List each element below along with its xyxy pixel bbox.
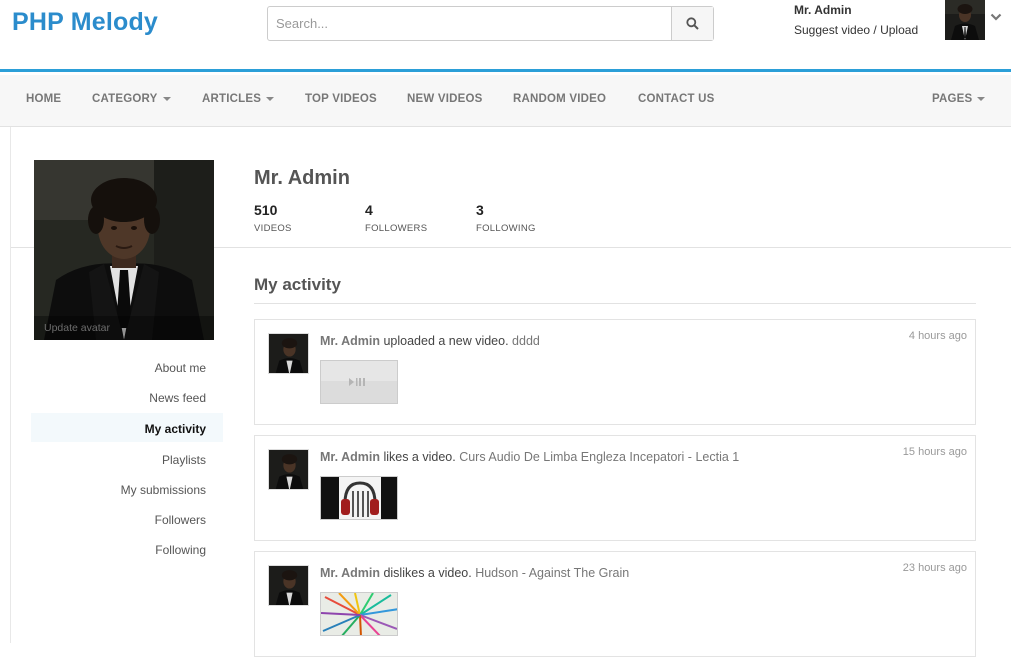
profile-name: Mr. Admin xyxy=(254,167,350,189)
search-button[interactable] xyxy=(671,7,713,40)
header-avatar[interactable] xyxy=(945,0,985,40)
activity-user-avatar[interactable] xyxy=(268,565,309,606)
activity-video-link[interactable]: Hudson - Against The Grain xyxy=(475,566,629,580)
activity-time: 4 hours ago xyxy=(908,330,967,342)
nav-pages-label: PAGES xyxy=(932,93,973,105)
activity-item: Mr. Admin uploaded a new video. dddd 4 h… xyxy=(254,319,976,425)
video-thumbnail[interactable] xyxy=(320,592,398,636)
stat-value: 4 xyxy=(365,202,373,218)
activity-title: My activity xyxy=(254,275,341,294)
header-user-name[interactable]: Mr. Admin xyxy=(794,3,918,17)
caret-down-icon xyxy=(977,96,986,101)
site-header: PHP Melody Mr. Admin Suggest video / Upl… xyxy=(0,0,1011,72)
activity-text: Mr. Admin likes a video. Curs Audio De L… xyxy=(320,450,739,464)
search-bar xyxy=(267,6,714,41)
nav-random-video[interactable]: RANDOM VIDEO xyxy=(513,93,606,105)
video-thumbnail[interactable] xyxy=(320,360,398,404)
activity-item: Mr. Admin likes a video. Curs Audio De L… xyxy=(254,435,976,541)
activity-time: 15 hours ago xyxy=(902,446,967,458)
side-menu-playlists[interactable]: Playlists xyxy=(162,453,206,467)
nav-category[interactable]: CATEGORY xyxy=(92,93,171,105)
nav-new-videos[interactable]: NEW VIDEOS xyxy=(407,93,482,105)
activity-action: dislikes a video. xyxy=(383,566,472,580)
activity-user-link[interactable]: Mr. Admin xyxy=(320,450,380,464)
stat-label: FOLLOWERS xyxy=(365,223,428,234)
site-logo[interactable]: PHP Melody xyxy=(12,8,158,37)
side-menu-my-submissions[interactable]: My submissions xyxy=(121,483,206,497)
activity-text: Mr. Admin uploaded a new video. dddd xyxy=(320,334,540,348)
nav-pages[interactable]: PAGES xyxy=(932,93,986,105)
suggest-video-link[interactable]: Suggest video xyxy=(794,23,870,37)
stat-followers[interactable]: 4 FOLLOWERS xyxy=(365,202,427,234)
activity-video-link[interactable]: dddd xyxy=(512,334,540,348)
stat-following[interactable]: 3 FOLLOWING xyxy=(476,202,536,234)
main-nav: HOME CATEGORY ARTICLES TOP VIDEOS NEW VI… xyxy=(0,75,1011,127)
profile-avatar[interactable]: Update avatar xyxy=(34,160,214,340)
activity-time: 23 hours ago xyxy=(902,562,967,574)
upload-link[interactable]: Upload xyxy=(880,23,918,37)
activity-action: likes a video. xyxy=(383,450,456,464)
activity-text: Mr. Admin dislikes a video. Hudson - Aga… xyxy=(320,566,629,580)
chevron-down-icon[interactable] xyxy=(990,12,1002,22)
nav-top-videos[interactable]: TOP VIDEOS xyxy=(305,93,377,105)
nav-contact-us[interactable]: CONTACT US xyxy=(638,93,715,105)
activity-user-link[interactable]: Mr. Admin xyxy=(320,566,380,580)
activity-action: uploaded a new video. xyxy=(383,334,509,348)
search-icon xyxy=(686,17,699,30)
nav-articles[interactable]: ARTICLES xyxy=(202,93,275,105)
stat-value: 510 xyxy=(254,202,278,218)
side-menu-news-feed[interactable]: News feed xyxy=(149,391,206,405)
stat-label: FOLLOWING xyxy=(476,223,536,234)
user-links: Suggest video / Upload xyxy=(794,23,918,37)
nav-articles-label: ARTICLES xyxy=(202,93,262,105)
nav-category-label: CATEGORY xyxy=(92,93,158,105)
side-menu-following[interactable]: Following xyxy=(155,543,206,557)
side-menu-followers[interactable]: Followers xyxy=(155,513,206,527)
update-avatar-label: Update avatar xyxy=(44,322,110,334)
update-avatar-overlay[interactable]: Update avatar xyxy=(34,316,214,340)
activity-user-link[interactable]: Mr. Admin xyxy=(320,334,380,348)
activity-user-avatar[interactable] xyxy=(268,333,309,374)
search-input[interactable] xyxy=(268,7,671,40)
activity-user-avatar[interactable] xyxy=(268,449,309,490)
nav-home[interactable]: HOME xyxy=(26,93,61,105)
caret-down-icon xyxy=(162,96,171,101)
stat-value: 3 xyxy=(476,202,484,218)
link-separator: / xyxy=(873,23,877,37)
video-thumbnail[interactable] xyxy=(320,476,398,520)
activity-item: Mr. Admin dislikes a video. Hudson - Aga… xyxy=(254,551,976,657)
side-menu-my-activity[interactable]: My activity xyxy=(145,422,206,436)
stat-videos[interactable]: 510 VIDEOS xyxy=(254,202,292,234)
activity-video-link[interactable]: Curs Audio De Limba Engleza Incepatori -… xyxy=(459,450,739,464)
side-menu-about-me[interactable]: About me xyxy=(155,361,206,375)
user-menu: Mr. Admin Suggest video / Upload xyxy=(794,3,918,37)
activity-divider xyxy=(254,303,976,304)
caret-down-icon xyxy=(266,96,275,101)
stat-label: VIDEOS xyxy=(254,223,292,234)
